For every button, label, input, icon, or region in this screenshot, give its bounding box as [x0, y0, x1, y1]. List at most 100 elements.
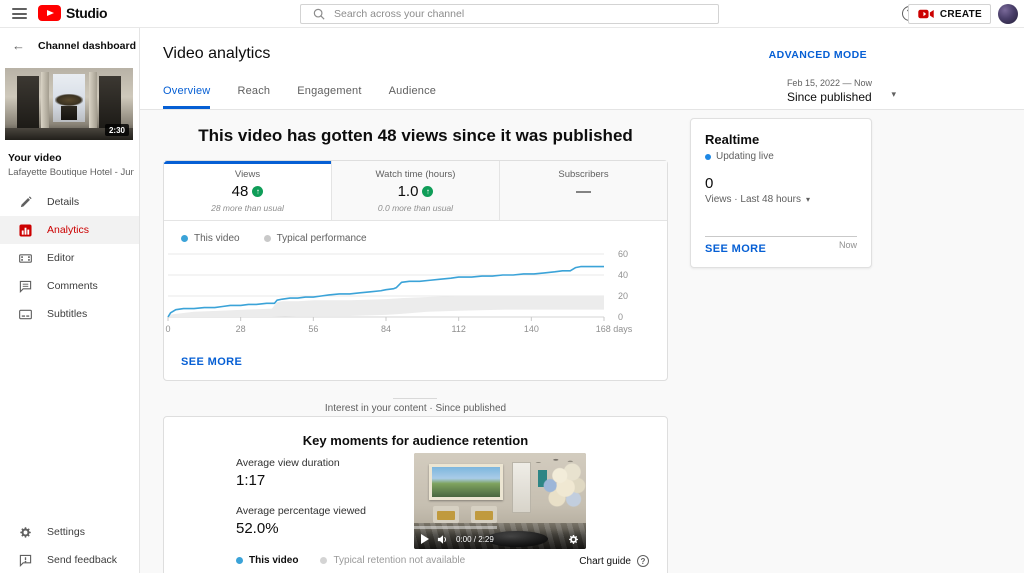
play-icon[interactable] — [421, 534, 429, 544]
sidebar-item-analytics[interactable]: Analytics — [0, 216, 139, 244]
question-circle-icon: ? — [637, 555, 649, 567]
svg-text:28: 28 — [236, 324, 246, 334]
sidebar-item-editor[interactable]: Editor — [0, 244, 139, 272]
svg-text:40: 40 — [618, 270, 628, 280]
youtube-play-icon — [38, 5, 61, 21]
video-thumbnail[interactable]: 2:30 — [5, 68, 133, 140]
blue-dot-icon — [236, 557, 243, 564]
comment-icon — [18, 280, 32, 293]
interest-caption: Interest in your content · Since publish… — [324, 403, 507, 414]
metric-tab-views[interactable]: Views 48 ↑ 28 more than usual — [164, 161, 331, 220]
legend-typical-retention: Typical retention not available — [320, 555, 465, 566]
back-arrow-icon: ← — [12, 38, 25, 53]
views-line-chart[interactable]: 0 20 40 60 0 28 56 84 112 140 168 days — [164, 246, 667, 342]
legend-this-video: This video — [181, 233, 240, 244]
pencil-icon — [18, 195, 32, 209]
sidebar-item-subtitles[interactable]: Subtitles — [0, 300, 139, 328]
trend-up-icon: ↑ — [422, 186, 434, 197]
svg-text:112: 112 — [451, 324, 465, 334]
video-player[interactable]: 0:00 / 2:29 — [414, 453, 586, 549]
avg-percentage-viewed-label: Average percentage viewed — [236, 505, 366, 517]
watch-time-value: 1.0 — [397, 183, 419, 200]
brand-name: Studio — [66, 5, 108, 21]
realtime-see-more-link[interactable]: SEE MORE — [705, 243, 766, 255]
sidebar-menu: Details Analytics Editor Comments Subtit… — [0, 188, 139, 328]
advanced-mode-link[interactable]: ADVANCED MODE — [769, 49, 867, 61]
sidebar: ← Channel dashboard 2:30 Your video Lafa… — [0, 28, 140, 573]
analytics-header: Video analytics ADVANCED MODE Feb 15, 20… — [140, 28, 1024, 110]
page-title: Video analytics — [163, 45, 271, 62]
volume-icon[interactable] — [437, 534, 448, 545]
subtitles-icon — [18, 308, 32, 321]
tab-engagement[interactable]: Engagement — [297, 85, 361, 109]
analytics-tabs: Overview Reach Engagement Audience — [163, 85, 436, 109]
your-video-label: Your video — [8, 152, 62, 164]
feedback-icon — [18, 554, 32, 567]
gray-dot-icon — [263, 235, 271, 242]
see-more-link[interactable]: SEE MORE — [181, 356, 242, 368]
svg-text:0: 0 — [618, 312, 623, 322]
sidebar-item-comments[interactable]: Comments — [0, 272, 139, 300]
sidebar-item-send-feedback[interactable]: Send feedback — [0, 546, 139, 573]
sidebar-item-details[interactable]: Details — [0, 188, 139, 216]
search-input[interactable] — [334, 8, 718, 20]
key-moments-card: Key moments for audience retention Avera… — [163, 416, 668, 573]
realtime-title: Realtime — [705, 132, 760, 147]
hamburger-menu-icon[interactable] — [12, 8, 27, 19]
views-headline: This video has gotten 48 views since it … — [198, 126, 633, 145]
metric-tabs: Views 48 ↑ 28 more than usual Watch time … — [164, 161, 667, 221]
filmstrip-icon — [18, 252, 32, 265]
svg-text:56: 56 — [308, 324, 318, 334]
search-icon — [313, 8, 325, 20]
svg-text:0: 0 — [165, 324, 170, 334]
svg-text:60: 60 — [618, 249, 628, 259]
search-box[interactable] — [300, 4, 719, 24]
legend-typical-performance: Typical performance — [263, 233, 367, 244]
realtime-card: Realtime Updating live 0 Views · Last 48… — [690, 118, 872, 268]
video-duration-badge: 2:30 — [104, 124, 129, 136]
player-settings-icon[interactable] — [568, 534, 579, 545]
metric-tab-watch-time[interactable]: Watch time (hours) 1.0 ↑ 0.0 more than us… — [331, 161, 499, 220]
live-dot-icon — [705, 153, 711, 160]
section-divider — [393, 398, 437, 399]
create-label: CREATE — [939, 8, 982, 20]
sidebar-bottom-menu: Settings Send feedback — [0, 518, 139, 573]
gray-dot-icon — [320, 557, 328, 564]
create-button[interactable]: CREATE — [907, 4, 991, 24]
sidebar-item-settings[interactable]: Settings — [0, 518, 139, 546]
analytics-content: This video has gotten 48 views since it … — [140, 110, 1024, 573]
legend-this-video: This video — [236, 555, 298, 566]
avg-view-duration-value: 1:17 — [236, 472, 266, 489]
player-controls: 0:00 / 2:29 — [414, 529, 586, 549]
svg-text:20: 20 — [618, 291, 628, 301]
retention-legend: This video Typical retention not availab… — [236, 555, 465, 566]
metric-tab-subscribers[interactable]: Subscribers — — [499, 161, 667, 220]
video-title: Lafayette Boutique Hotel - Junior Su... — [8, 167, 134, 178]
chevron-down-icon: ▾ — [805, 195, 810, 204]
tab-overview[interactable]: Overview — [163, 85, 211, 109]
camcorder-icon — [918, 9, 934, 19]
main-area: Video analytics ADVANCED MODE Feb 15, 20… — [140, 28, 1024, 573]
tab-reach[interactable]: Reach — [237, 85, 270, 109]
overview-card: Views 48 ↑ 28 more than usual Watch time … — [163, 160, 668, 381]
subscribers-value: — — [576, 183, 591, 200]
chart-legend: This video Typical performance — [164, 221, 667, 246]
date-range: Feb 15, 2022 — Now — [786, 78, 872, 88]
chart-guide-link[interactable]: Chart guide ? — [579, 555, 649, 567]
realtime-metric-selector[interactable]: Views · Last 48 hours ▾ — [705, 194, 857, 205]
gear-icon — [18, 526, 32, 539]
account-avatar[interactable] — [998, 4, 1018, 24]
avg-percentage-viewed-value: 52.0% — [236, 520, 279, 537]
chevron-down-icon: ▾ — [891, 89, 896, 99]
blue-dot-icon — [181, 235, 188, 242]
tab-audience[interactable]: Audience — [389, 85, 436, 109]
back-to-dashboard[interactable]: ← Channel dashboard — [0, 38, 136, 53]
key-moments-title: Key moments for audience retention — [302, 433, 529, 448]
avg-view-duration-label: Average view duration — [236, 457, 340, 469]
updating-live: Updating live — [705, 151, 857, 162]
date-range-picker[interactable]: Feb 15, 2022 — Now Since published ▾ — [786, 78, 896, 104]
analytics-icon — [18, 223, 32, 237]
youtube-studio-logo[interactable]: Studio — [38, 5, 108, 21]
svg-text:140: 140 — [524, 324, 539, 334]
views-value: 48 — [231, 183, 249, 200]
